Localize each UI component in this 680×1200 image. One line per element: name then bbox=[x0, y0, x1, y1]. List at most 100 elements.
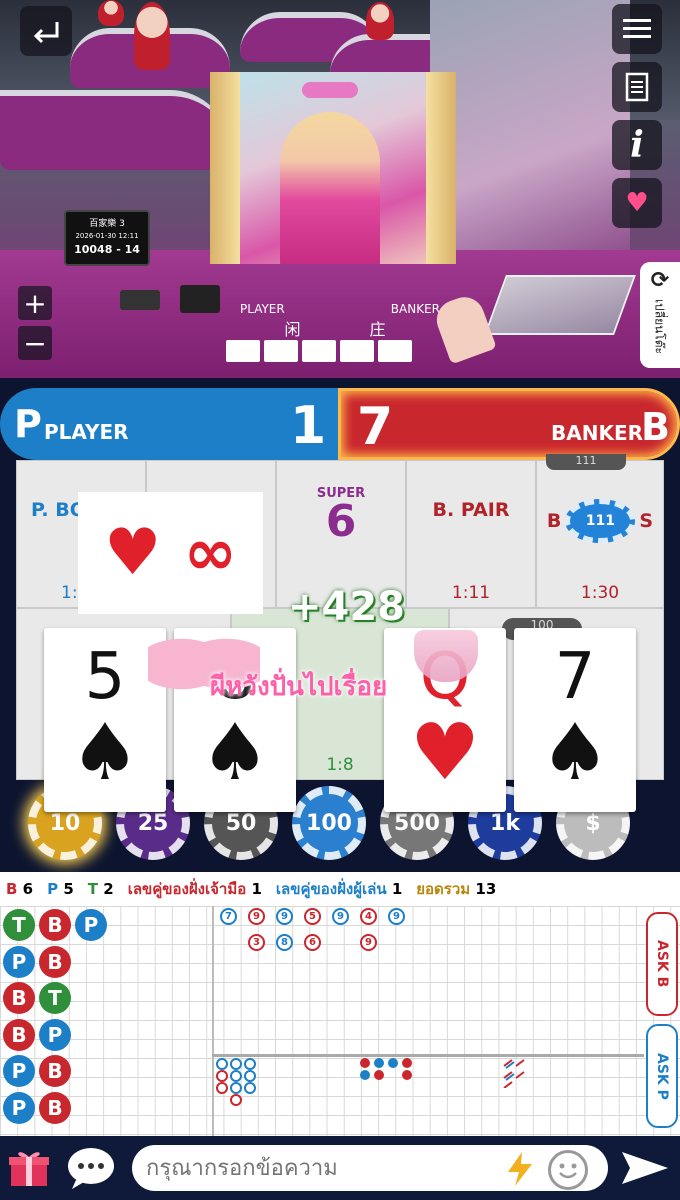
game-info-display: 百家樂 3 2026-01-30 12:11 10048 - 14 bbox=[64, 210, 150, 266]
road-mark bbox=[244, 1058, 256, 1070]
quick-message-button[interactable] bbox=[506, 1152, 534, 1186]
table-card bbox=[340, 340, 374, 362]
player-bonus-label: P. BO bbox=[31, 499, 86, 521]
table-cards bbox=[226, 340, 412, 362]
win-amount: +428 bbox=[288, 584, 406, 630]
road-mark bbox=[230, 1058, 242, 1070]
sticker-frame bbox=[426, 72, 456, 264]
stats-row: B 6 P 5 T 2 เลขคู่ของฝั่งเจ้ามือ 1 เลขคู… bbox=[0, 872, 680, 906]
bead-B: B bbox=[39, 1055, 71, 1087]
refresh-icon: ⟳ bbox=[650, 268, 670, 293]
player-score: 1 bbox=[290, 396, 327, 456]
player-pair-stat-count: 1 bbox=[391, 880, 403, 898]
emoji-button[interactable] bbox=[548, 1150, 588, 1190]
banker-bonus-label: B bbox=[546, 510, 562, 532]
big-road-mark: 7 bbox=[220, 908, 237, 925]
chat-input[interactable] bbox=[132, 1145, 608, 1191]
switch-table-button[interactable]: ⟳ เปลี่ยนโต๊ะ bbox=[640, 262, 680, 368]
big-road-mark: 9 bbox=[276, 908, 293, 925]
bead-T: T bbox=[3, 909, 35, 941]
lightning-icon bbox=[508, 1152, 532, 1186]
road-mark bbox=[402, 1058, 412, 1068]
info-button[interactable]: i bbox=[612, 120, 662, 170]
road-mark bbox=[360, 1058, 370, 1068]
ask-banker-label: ASK B bbox=[654, 940, 670, 988]
display-game-name: 百家樂 3 bbox=[89, 219, 125, 229]
card-shoe bbox=[484, 275, 636, 335]
spade-icon: ♠ bbox=[70, 707, 140, 798]
favorite-button[interactable]: ♥ bbox=[612, 178, 662, 228]
info-icon: i bbox=[630, 124, 644, 166]
roadmap-divider bbox=[212, 906, 214, 1136]
bead-P: P bbox=[3, 945, 35, 978]
banker-label: BANKER bbox=[551, 421, 644, 445]
switch-table-label: เปลี่ยนโต๊ะ bbox=[652, 299, 667, 354]
zoom-out-button[interactable]: − bbox=[18, 326, 52, 360]
chat-bubble-icon bbox=[68, 1148, 114, 1189]
big-road-mark: 6 bbox=[304, 934, 321, 951]
bead-P: P bbox=[39, 1018, 71, 1051]
ask-player-label: ASK P bbox=[654, 1052, 670, 1100]
banker-stat: B 6 bbox=[6, 880, 33, 898]
total-stat: ยอดรวม 13 bbox=[416, 877, 496, 901]
road-mark bbox=[216, 1082, 228, 1094]
player-stat-label: P bbox=[47, 880, 59, 898]
table-banker-cn: 庄 bbox=[369, 320, 386, 339]
dealer-figure bbox=[98, 0, 124, 26]
chip-100[interactable]: 100 bbox=[292, 786, 366, 860]
heart-icon: ♥ bbox=[410, 707, 480, 798]
back-button[interactable] bbox=[20, 6, 72, 56]
bead-P: P bbox=[3, 1055, 35, 1087]
spade-icon: ♠ bbox=[540, 707, 610, 798]
history-button[interactable] bbox=[612, 62, 662, 112]
table-markings: PLAYER BANKER bbox=[240, 302, 440, 316]
ask-banker-button[interactable]: ASK B bbox=[646, 912, 678, 1016]
zoom-in-button[interactable]: + bbox=[18, 286, 52, 320]
tie-odds: 1:8 bbox=[326, 755, 354, 775]
big-road-mark: 3 bbox=[248, 934, 265, 951]
table-card bbox=[378, 340, 412, 362]
sticker-frame bbox=[210, 72, 240, 264]
menu-button[interactable] bbox=[612, 4, 662, 54]
banker-bonus-bet[interactable]: B 111 S 1:30 bbox=[536, 460, 664, 608]
player-bonus-odds: 1: bbox=[61, 583, 78, 603]
bead-T: T bbox=[39, 982, 71, 1014]
cockroach-road-marks bbox=[503, 1059, 525, 1089]
banker-pair-stat: เลขคู่ของฝั่งเจ้ามือ 1 bbox=[128, 877, 262, 901]
sticker-crown bbox=[302, 82, 358, 98]
total-stat-count: 13 bbox=[475, 880, 497, 898]
dealer-figure bbox=[134, 2, 170, 70]
road-mark bbox=[402, 1070, 412, 1080]
send-button[interactable] bbox=[620, 1150, 670, 1186]
banker-stat-count: 6 bbox=[22, 880, 34, 898]
big-road-mark: 8 bbox=[276, 934, 293, 951]
score-bar: P PLAYER 1 7 BANKER B bbox=[0, 388, 680, 460]
chat-bubble-button[interactable] bbox=[66, 1146, 116, 1190]
card-rank: 7 bbox=[554, 639, 596, 714]
big-road-mark: 9 bbox=[360, 934, 377, 951]
card-tray bbox=[120, 290, 160, 310]
table-player-cn: 闲 bbox=[284, 320, 301, 339]
road-mark bbox=[388, 1058, 398, 1068]
banker-pair-bet[interactable]: B. PAIR 1:11 bbox=[406, 460, 536, 608]
roadmap: TBPPBBTBPPBPB 79959493869 ASK B ASK P bbox=[0, 906, 680, 1136]
bead-P: P bbox=[75, 909, 107, 941]
gift-button[interactable] bbox=[8, 1148, 50, 1188]
super6-logo: SUPER 6 bbox=[317, 487, 365, 544]
road-mark bbox=[244, 1082, 256, 1094]
table-card bbox=[302, 340, 336, 362]
player-letter: P bbox=[14, 402, 42, 446]
table-banker-label: BANKER bbox=[390, 302, 440, 316]
big-road-mark: 5 bbox=[304, 908, 321, 925]
display-datetime: 2026-01-30 12:11 bbox=[75, 232, 139, 240]
tie-stat-count: 2 bbox=[103, 880, 114, 898]
favorite-icon: ♥ bbox=[625, 188, 649, 218]
live-video: PLAYER BANKER 闲 庄 百家樂 3 2026-01-30 12:11… bbox=[0, 0, 680, 378]
roadmap-divider bbox=[212, 1054, 644, 1057]
player-label: PLAYER bbox=[44, 420, 129, 444]
placed-chip: 111 bbox=[565, 499, 636, 543]
smiley-icon bbox=[559, 1163, 577, 1179]
cockroach-road bbox=[500, 1058, 540, 1089]
ask-player-button[interactable]: ASK P bbox=[646, 1024, 678, 1128]
minus-icon: − bbox=[23, 326, 47, 360]
